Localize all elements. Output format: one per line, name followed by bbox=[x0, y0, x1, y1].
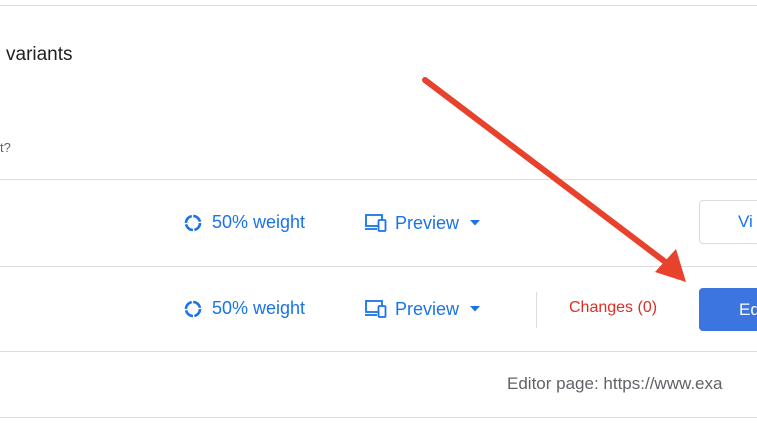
donut-chart-icon bbox=[183, 213, 203, 233]
edit-button[interactable]: Ed bbox=[699, 288, 757, 331]
vertical-divider bbox=[536, 292, 537, 328]
weight-label: 50% weight bbox=[212, 298, 306, 318]
editor-page-url: Editor page: https://www.exa bbox=[507, 374, 723, 393]
changes-link[interactable]: Changes (0) bbox=[569, 299, 657, 317]
view-button[interactable]: Vi bbox=[699, 200, 757, 244]
weight-link[interactable]: 50% weight bbox=[183, 212, 305, 233]
panel-title: variants bbox=[6, 44, 73, 65]
divider-row-2-top bbox=[0, 266, 757, 267]
caret-down-icon bbox=[469, 219, 481, 227]
divider-row-3-top bbox=[0, 351, 757, 352]
preview-label: Preview bbox=[395, 298, 460, 319]
preview-dropdown[interactable]: Preview bbox=[364, 212, 481, 234]
divider-row-1-top bbox=[0, 179, 757, 180]
preview-label: Preview bbox=[395, 212, 460, 233]
weight-link[interactable]: 50% weight bbox=[183, 298, 305, 319]
caret-down-icon bbox=[469, 305, 481, 313]
divider-top bbox=[0, 5, 757, 6]
weight-label: 50% weight bbox=[212, 212, 306, 232]
preview-dropdown[interactable]: Preview bbox=[364, 298, 481, 320]
panel-question-text: t? bbox=[0, 140, 11, 155]
divider-bottom bbox=[0, 417, 757, 418]
donut-chart-icon bbox=[183, 299, 203, 319]
devices-icon bbox=[364, 212, 388, 234]
devices-icon bbox=[364, 298, 388, 320]
experiment-variants-panel: variants t? 50% weight Preview Vi 50% we… bbox=[0, 0, 757, 426]
